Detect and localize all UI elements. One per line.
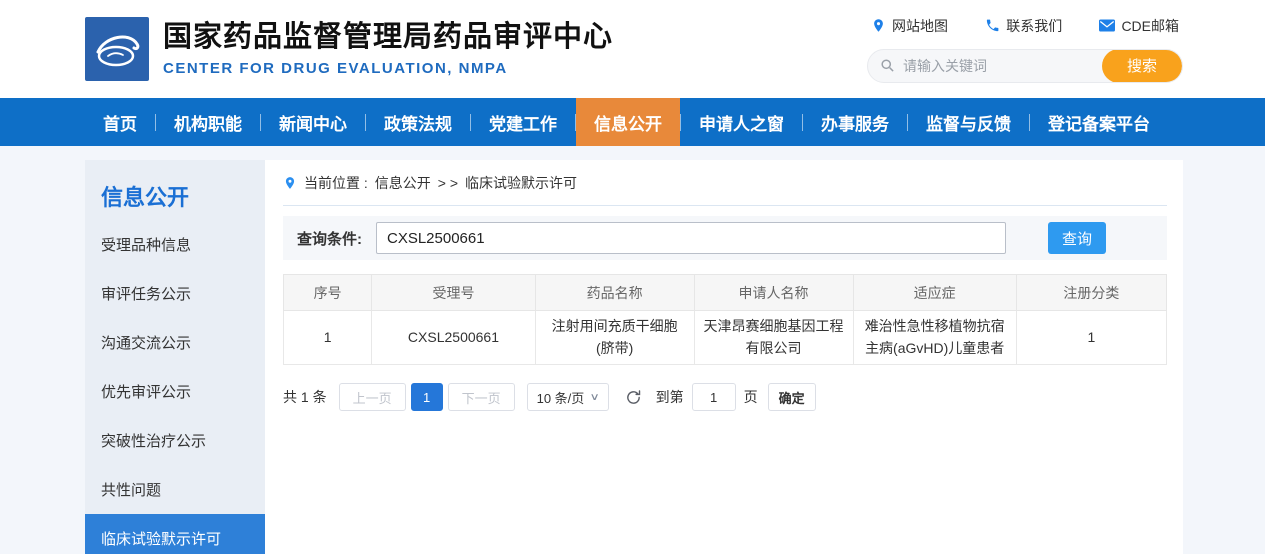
sitemap-link-label: 网站地图 bbox=[892, 16, 948, 36]
query-condition-label: 查询条件: bbox=[297, 228, 362, 249]
search-button[interactable]: 搜索 bbox=[1102, 49, 1182, 83]
contact-us-link-label: 联系我们 bbox=[1006, 16, 1062, 36]
page-size-select[interactable]: 10 条/页 ∨ bbox=[527, 383, 609, 411]
query-button[interactable]: 查询 bbox=[1048, 222, 1106, 254]
content-container: 信息公开 受理品种信息 审评任务公示 沟通交流公示 优先审评公示 突破性治疗公示… bbox=[85, 160, 1183, 554]
keyword-search-input[interactable] bbox=[903, 58, 1102, 74]
nav-item-supervision-feedback[interactable]: 监督与反馈 bbox=[908, 98, 1029, 146]
breadcrumb-info-disclosure[interactable]: 信息公开 bbox=[375, 173, 431, 193]
site-subtitle: CENTER FOR DRUG EVALUATION, NMPA bbox=[163, 60, 613, 77]
nav-item-functions[interactable]: 机构职能 bbox=[156, 98, 260, 146]
nav-item-news[interactable]: 新闻中心 bbox=[261, 98, 365, 146]
goto-page-input[interactable] bbox=[692, 383, 736, 411]
nav-item-registration-platform[interactable]: 登记备案平台 bbox=[1030, 98, 1168, 146]
nav-item-applicant-window[interactable]: 申请人之窗 bbox=[681, 98, 802, 146]
phone-icon bbox=[985, 18, 1000, 33]
table-row: 1 CXSL2500661 注射用间充质干细胞(脐带) 天津昂赛细胞基因工程有限… bbox=[284, 311, 1167, 365]
sidebar-item-breakthrough-therapy[interactable]: 突破性治疗公示 bbox=[85, 416, 265, 465]
current-page-button[interactable]: 1 bbox=[411, 383, 443, 411]
cell-acceptance-no: CXSL2500661 bbox=[372, 311, 535, 365]
page-size-value: 10 条/页 bbox=[537, 388, 585, 407]
cde-mail-link-label: CDE邮箱 bbox=[1121, 16, 1179, 36]
query-condition-input[interactable] bbox=[376, 222, 1006, 254]
pagination-bar: 共 1 条 上一页 1 下一页 10 条/页 ∨ 到第 页 确定 bbox=[283, 383, 1167, 411]
next-page-button[interactable]: 下一页 bbox=[448, 383, 515, 411]
goto-page-unit: 页 bbox=[744, 387, 758, 407]
cell-index: 1 bbox=[284, 311, 372, 365]
cell-registration-category: 1 bbox=[1016, 311, 1166, 365]
nav-item-services[interactable]: 办事服务 bbox=[803, 98, 907, 146]
col-header-drug-name: 药品名称 bbox=[535, 275, 694, 311]
table-header-row: 序号 受理号 药品名称 申请人名称 适应症 注册分类 bbox=[284, 275, 1167, 311]
col-header-indication: 适应症 bbox=[853, 275, 1016, 311]
col-header-acceptance-no: 受理号 bbox=[372, 275, 535, 311]
cell-applicant-name: 天津昂赛细胞基因工程有限公司 bbox=[694, 311, 853, 365]
pagination-total: 共 1 条 bbox=[283, 387, 327, 407]
col-header-applicant-name: 申请人名称 bbox=[694, 275, 853, 311]
map-pin-icon bbox=[871, 18, 886, 33]
refresh-button[interactable] bbox=[625, 389, 642, 406]
sitemap-link[interactable]: 网站地图 bbox=[871, 16, 948, 36]
sidebar-item-clinical-trial-implied-license[interactable]: 临床试验默示许可 bbox=[85, 514, 265, 554]
location-pin-icon bbox=[283, 176, 297, 190]
sidebar-item-accepted-varieties[interactable]: 受理品种信息 bbox=[85, 220, 265, 269]
site-header: 国家药品监督管理局药品审评中心 CENTER FOR DRUG EVALUATI… bbox=[0, 0, 1265, 98]
nav-item-info-disclosure[interactable]: 信息公开 bbox=[576, 98, 680, 146]
goto-page-label: 到第 bbox=[656, 387, 684, 407]
query-bar: 查询条件: 查询 bbox=[283, 216, 1167, 260]
header-quick-links: 网站地图 联系我们 CDE邮箱 bbox=[867, 16, 1183, 36]
cde-mail-link[interactable]: CDE邮箱 bbox=[1099, 16, 1179, 36]
nav-item-party-building[interactable]: 党建工作 bbox=[471, 98, 575, 146]
results-table: 序号 受理号 药品名称 申请人名称 适应症 注册分类 1 CXSL2500661… bbox=[283, 274, 1167, 365]
breadcrumb-separator: > > bbox=[438, 175, 458, 191]
chevron-down-icon: ∨ bbox=[590, 392, 600, 403]
sidebar-item-priority-review[interactable]: 优先审评公示 bbox=[85, 367, 265, 416]
prev-page-button[interactable]: 上一页 bbox=[339, 383, 406, 411]
sidebar-item-review-tasks[interactable]: 审评任务公示 bbox=[85, 269, 265, 318]
confirm-button[interactable]: 确定 bbox=[768, 383, 816, 411]
header-search-box: 搜索 bbox=[867, 49, 1183, 83]
sidebar-item-common-issues[interactable]: 共性问题 bbox=[85, 465, 265, 514]
nav-item-home[interactable]: 首页 bbox=[85, 98, 155, 146]
cell-indication: 难治性急性移植物抗宿主病(aGvHD)儿童患者 bbox=[853, 311, 1016, 365]
col-header-index: 序号 bbox=[284, 275, 372, 311]
cde-logo-icon bbox=[85, 17, 149, 81]
refresh-icon bbox=[625, 389, 642, 406]
main-panel: 当前位置 : 信息公开 > > 临床试验默示许可 查询条件: 查询 序号 受理号… bbox=[265, 160, 1183, 554]
sidebar-item-communication[interactable]: 沟通交流公示 bbox=[85, 318, 265, 367]
breadcrumb: 当前位置 : 信息公开 > > 临床试验默示许可 bbox=[283, 160, 1167, 206]
site-title: 国家药品监督管理局药品审评中心 bbox=[163, 21, 613, 54]
breadcrumb-label: 当前位置 : bbox=[304, 173, 368, 193]
search-icon bbox=[880, 58, 895, 73]
col-header-registration-category: 注册分类 bbox=[1016, 275, 1166, 311]
contact-us-link[interactable]: 联系我们 bbox=[985, 16, 1062, 36]
sidebar: 信息公开 受理品种信息 审评任务公示 沟通交流公示 优先审评公示 突破性治疗公示… bbox=[85, 160, 265, 554]
cell-drug-name: 注射用间充质干细胞(脐带) bbox=[535, 311, 694, 365]
mail-icon bbox=[1099, 19, 1115, 32]
sidebar-title: 信息公开 bbox=[85, 160, 265, 220]
main-navbar: 首页 机构职能 新闻中心 政策法规 党建工作 信息公开 申请人之窗 办事服务 监… bbox=[0, 98, 1265, 146]
nav-item-policies[interactable]: 政策法规 bbox=[366, 98, 470, 146]
breadcrumb-clinical-trial[interactable]: 临床试验默示许可 bbox=[465, 173, 577, 193]
site-logo[interactable]: 国家药品监督管理局药品审评中心 CENTER FOR DRUG EVALUATI… bbox=[85, 17, 613, 81]
